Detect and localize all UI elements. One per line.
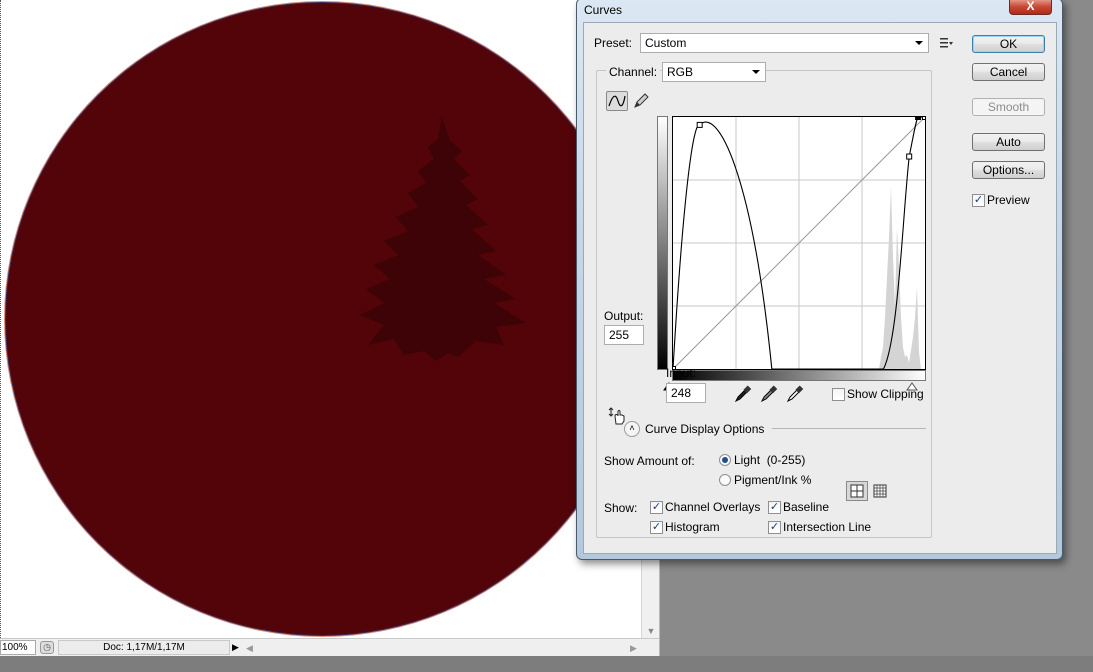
channel-value: RGB bbox=[667, 65, 694, 79]
curves-dialog: Curves X Preset: Custom Channel: RGB Out… bbox=[576, 0, 1063, 560]
histogram-checkbox[interactable]: ✓ bbox=[650, 521, 663, 534]
zoom-level-field[interactable]: 100% bbox=[0, 640, 36, 655]
close-button[interactable]: X bbox=[1009, 0, 1052, 15]
curve-control-point[interactable] bbox=[915, 114, 922, 120]
list-menu-icon[interactable] bbox=[940, 37, 954, 49]
curve-control-point[interactable] bbox=[922, 114, 928, 120]
grid-10x10-icon[interactable] bbox=[872, 481, 888, 501]
curve-point-tool-button[interactable] bbox=[606, 91, 628, 111]
channel-select[interactable]: RGB bbox=[662, 62, 766, 82]
output-label: Output: bbox=[604, 309, 644, 323]
scroll-left-arrow-icon[interactable]: ◀ bbox=[246, 640, 253, 656]
scroll-down-arrow-icon[interactable]: ▼ bbox=[642, 624, 659, 638]
curves-graph[interactable] bbox=[670, 114, 928, 372]
options-button[interactable]: Options... bbox=[972, 161, 1045, 179]
eyedropper-gray-icon[interactable] bbox=[760, 385, 778, 403]
dialog-titlebar[interactable]: Curves X bbox=[577, 0, 1062, 21]
pencil-icon[interactable] bbox=[632, 92, 650, 110]
channel-overlays-label: Channel Overlays bbox=[665, 500, 761, 514]
show-clipping-checkbox[interactable] bbox=[832, 388, 845, 401]
preview-label: Preview bbox=[987, 193, 1030, 207]
workspace-background bbox=[0, 656, 1093, 672]
pigment-label: Pigment/Ink % bbox=[734, 473, 812, 487]
channel-label: Channel: bbox=[606, 65, 661, 79]
chevron-up-icon[interactable]: ˄ bbox=[624, 421, 640, 437]
pigment-radio[interactable] bbox=[719, 474, 731, 486]
preset-value: Custom bbox=[645, 36, 687, 50]
scroll-right-arrow-icon[interactable]: ▶ bbox=[630, 640, 637, 656]
simple-grid-button[interactable] bbox=[846, 481, 868, 501]
chevron-down-icon bbox=[752, 70, 760, 74]
baseline-checkbox[interactable]: ✓ bbox=[768, 501, 781, 514]
curve-display-options-label[interactable]: Curve Display Options bbox=[645, 422, 764, 436]
cancel-button[interactable]: Cancel bbox=[972, 63, 1045, 81]
dialog-client-area: Preset: Custom Channel: RGB Output: 255 … bbox=[583, 22, 1057, 554]
smooth-button[interactable]: Smooth bbox=[972, 98, 1045, 116]
channel-overlays-checkbox[interactable]: ✓ bbox=[650, 501, 663, 514]
curve-plot[interactable] bbox=[670, 114, 928, 372]
status-info-icon[interactable]: ◷ bbox=[40, 641, 54, 654]
light-radio[interactable] bbox=[719, 454, 731, 466]
eyedropper-black-icon[interactable] bbox=[734, 385, 752, 403]
preview-checkbox[interactable]: ✓ bbox=[972, 194, 985, 207]
section-divider bbox=[772, 428, 926, 429]
curve-point-icon bbox=[608, 95, 626, 107]
dialog-title: Curves bbox=[584, 3, 623, 17]
status-bar: 100% ◷ Doc: 1,17M/1,17M ▶ ◀ ▶ bbox=[0, 638, 659, 656]
input-field[interactable]: 248 bbox=[666, 383, 706, 403]
auto-button[interactable]: Auto bbox=[972, 133, 1045, 151]
output-gradient-bar bbox=[657, 116, 668, 370]
red-circle-image bbox=[6, 3, 638, 635]
grid-4x4-icon bbox=[850, 484, 864, 498]
status-menu-arrow-icon[interactable]: ▶ bbox=[232, 640, 242, 655]
ok-button[interactable]: OK bbox=[972, 35, 1045, 53]
intersection-line-checkbox[interactable]: ✓ bbox=[768, 521, 781, 534]
curve-control-point[interactable] bbox=[906, 153, 913, 160]
light-label: Light (0-255) bbox=[734, 453, 806, 467]
curve-control-point[interactable] bbox=[696, 121, 703, 128]
pine-tree-shape bbox=[360, 117, 526, 361]
show-label: Show: bbox=[604, 501, 638, 515]
eyedropper-white-icon[interactable] bbox=[786, 385, 804, 403]
chevron-down-icon bbox=[915, 41, 923, 45]
show-clipping-label: Show Clipping bbox=[847, 387, 924, 401]
preset-select[interactable]: Custom bbox=[640, 33, 929, 53]
output-field[interactable]: 255 bbox=[604, 325, 644, 345]
document-canvas-area[interactable]: ▼ 100% ◷ Doc: 1,17M/1,17M ▶ ◀ ▶ bbox=[0, 0, 660, 656]
histogram bbox=[879, 187, 921, 369]
show-amount-label: Show Amount of: bbox=[604, 454, 695, 468]
preset-label: Preset: bbox=[594, 36, 633, 50]
document-size-readout: Doc: 1,17M/1,17M bbox=[58, 640, 230, 655]
canvas-edge-marquee bbox=[0, 0, 2, 640]
input-gradient-bar bbox=[672, 370, 926, 381]
intersection-line-label: Intersection Line bbox=[783, 520, 872, 534]
histogram-label: Histogram bbox=[665, 520, 720, 534]
baseline-label: Baseline bbox=[783, 500, 830, 514]
input-label: Input: bbox=[666, 366, 697, 380]
